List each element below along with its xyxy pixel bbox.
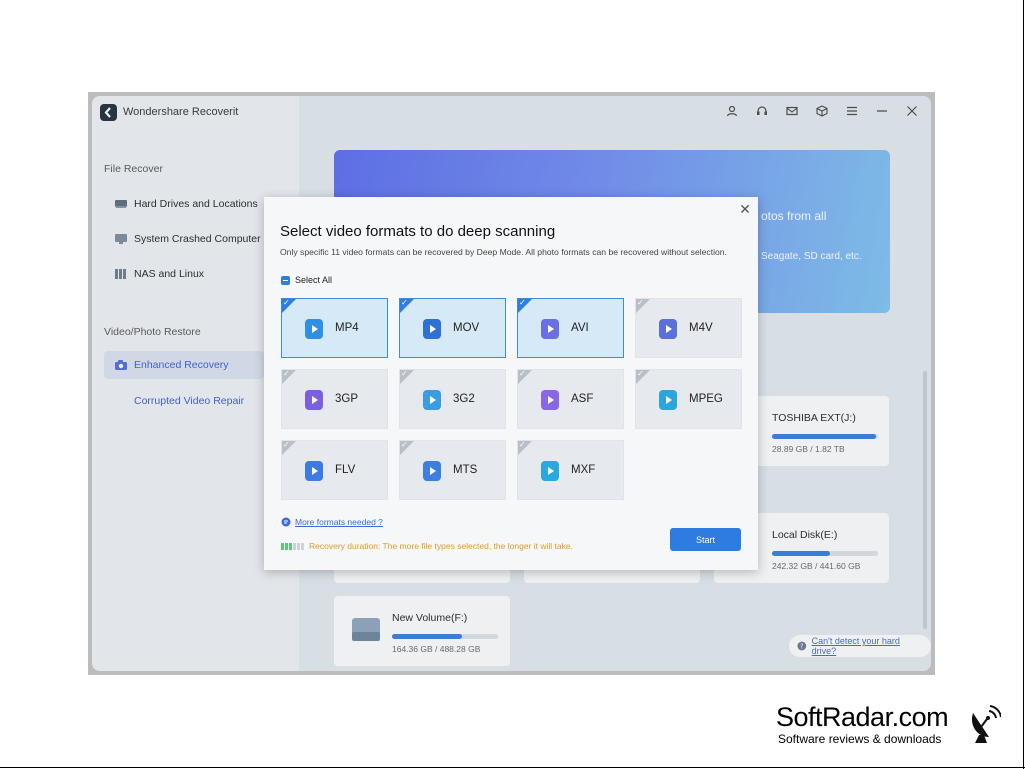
checkmark-icon: ✓: [283, 440, 290, 449]
mpeg-file-icon: [659, 390, 677, 410]
chat-icon: [281, 517, 291, 527]
format-label: AVI: [571, 322, 589, 334]
duration-meter-icon: [281, 542, 304, 550]
checkbox-indeterminate-icon: [281, 275, 290, 285]
softradar-watermark: SoftRadar.com Software reviews & downloa…: [776, 702, 1001, 746]
frame-border-right: [1023, 0, 1024, 769]
format-label: MXF: [571, 464, 596, 476]
m4v-file-icon: [659, 319, 677, 339]
checkmark-icon: ✓: [401, 369, 408, 378]
avi-file-icon: [541, 319, 559, 339]
format-option-mpeg[interactable]: ✓ MPEG: [635, 369, 742, 429]
checkmark-icon: ✓: [519, 298, 526, 307]
checkmark-icon: ✓: [637, 369, 644, 378]
asf-file-icon: [541, 390, 559, 410]
format-label: MTS: [453, 464, 478, 476]
mts-file-icon: [423, 461, 441, 481]
more-formats-link[interactable]: More formats needed ?: [281, 517, 383, 527]
3g2-file-icon: [423, 390, 441, 410]
mp4-file-icon: [305, 319, 323, 339]
dialog-description: Only specific 11 video formats can be re…: [280, 247, 727, 257]
satellite-dish-icon: [971, 705, 1001, 743]
more-formats-label: More formats needed ?: [295, 517, 383, 527]
mov-file-icon: [423, 319, 441, 339]
format-label: 3GP: [335, 393, 359, 405]
format-option-avi[interactable]: ✓ AVI: [517, 298, 624, 358]
select-all-checkbox[interactable]: Select All: [281, 275, 332, 285]
checkmark-icon: ✓: [283, 298, 290, 307]
format-option-mp4[interactable]: ✓ MP4: [281, 298, 388, 358]
3gp-file-icon: [305, 390, 323, 410]
format-label: MPEG: [689, 393, 723, 405]
format-option-3g2[interactable]: ✓ 3G2: [399, 369, 506, 429]
duration-text: Recovery duration: The more file types s…: [309, 541, 573, 551]
video-format-dialog: ✕ Select video formats to do deep scanni…: [264, 197, 758, 570]
format-label: ASF: [571, 393, 594, 405]
format-label: MOV: [453, 322, 480, 334]
format-option-flv[interactable]: ✓ FLV: [281, 440, 388, 500]
checkmark-icon: ✓: [519, 369, 526, 378]
format-option-3gp[interactable]: ✓ 3GP: [281, 369, 388, 429]
watermark-tagline: Software reviews & downloads: [778, 732, 942, 746]
format-label: 3G2: [453, 393, 475, 405]
flv-file-icon: [305, 461, 323, 481]
checkmark-icon: ✓: [401, 440, 408, 449]
recovery-duration-note: Recovery duration: The more file types s…: [281, 541, 573, 551]
mxf-file-icon: [541, 461, 559, 481]
frame-border-bottom: [0, 767, 1025, 768]
checkmark-icon: ✓: [637, 298, 644, 307]
format-option-mxf[interactable]: ✓ MXF: [517, 440, 624, 500]
dialog-close-icon[interactable]: ✕: [738, 202, 752, 216]
format-label: M4V: [689, 322, 713, 334]
checkmark-icon: ✓: [283, 369, 290, 378]
checkmark-icon: ✓: [519, 440, 526, 449]
format-option-asf[interactable]: ✓ ASF: [517, 369, 624, 429]
dialog-title: Select video formats to do deep scanning: [280, 223, 556, 240]
select-all-label: Select All: [295, 275, 333, 285]
format-option-mov[interactable]: ✓ MOV: [399, 298, 506, 358]
watermark-name: SoftRadar.com: [776, 702, 949, 732]
format-label: FLV: [335, 464, 356, 476]
format-option-m4v[interactable]: ✓ M4V: [635, 298, 742, 358]
format-option-mts[interactable]: ✓ MTS: [399, 440, 506, 500]
checkmark-icon: ✓: [401, 298, 408, 307]
start-button[interactable]: Start: [670, 528, 741, 551]
format-label: MP4: [335, 322, 359, 334]
